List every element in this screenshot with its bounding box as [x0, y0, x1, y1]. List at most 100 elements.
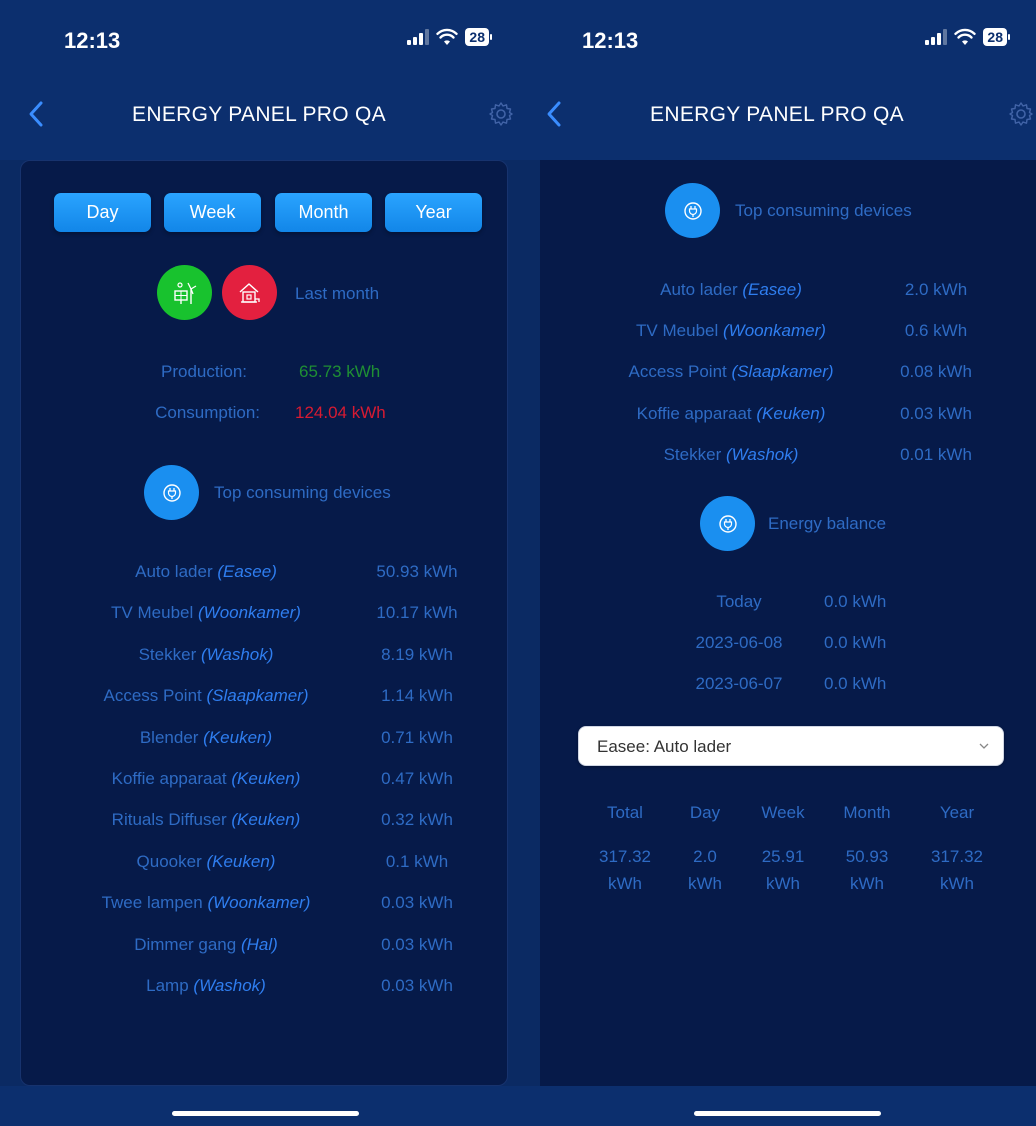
home-indicator[interactable] [172, 1111, 359, 1116]
device-name-text: Access Point [628, 362, 727, 382]
device-location: (Woonkamer) [722, 321, 826, 341]
stat-unit: kWh [766, 874, 800, 893]
balance-label: 2023-06-08 [695, 633, 783, 652]
device-name-text: Access Point [103, 686, 202, 706]
status-time: 12:13 [582, 28, 639, 53]
wifi-icon [954, 28, 977, 45]
device-name: TV Meubel (Woonkamer) [636, 321, 826, 341]
device-value: 0.6 kWh [904, 321, 968, 341]
stat-value: 2.0 [693, 847, 717, 866]
period-button-day[interactable]: Day [54, 193, 151, 232]
device-value: 1.14 kWh [381, 686, 453, 706]
device-location: (Keuken) [231, 810, 301, 830]
device-location: (Slaapkamer) [731, 362, 834, 382]
stat-unit: kWh [688, 874, 722, 893]
production-value: 65.73 kWh [299, 362, 381, 381]
device-location: (Easee) [217, 562, 277, 581]
device-name-text: Stekker [138, 644, 197, 664]
period-button-week[interactable]: Week [164, 193, 261, 232]
consumption-value: 124.04 kWh [295, 403, 386, 422]
chevron-down-icon [979, 743, 989, 749]
stat-value: 317.32 [599, 847, 651, 866]
energy-balance-title: Energy balance [768, 514, 887, 533]
stat-label: Month [843, 803, 891, 822]
device-name: Rituals Diffuser (Keuken) [112, 810, 301, 830]
device-value: 0.71 kWh [381, 727, 453, 747]
device-name: Auto lader (Easee) [660, 280, 802, 300]
device-name-text: TV Meubel [111, 603, 194, 623]
balance-value: 0.0 kWh [824, 592, 887, 611]
device-name: Stekker (Washok) [664, 445, 799, 465]
device-location: (Woonkamer) [197, 603, 301, 623]
home-indicator[interactable] [694, 1111, 881, 1116]
gear-icon[interactable] [1008, 101, 1034, 127]
screen-right: 12:13 28 ENERGY PANEL PRO QA [518, 0, 1036, 1126]
battery-icon: 28 [465, 28, 489, 46]
device-name: Dimmer gang (Hal) [134, 935, 278, 955]
device-location: (Keuken) [206, 851, 276, 871]
stat-value: 50.93 [845, 847, 889, 866]
device-name-text: Koffie apparaat [111, 769, 227, 788]
device-name-text: Dimmer gang [134, 934, 237, 954]
device-select[interactable]: Easee: Auto lader [578, 726, 1004, 766]
device-value: 0.03 kWh [900, 403, 972, 423]
status-bar: 12:13 28 [0, 0, 518, 60]
device-location: (Washok) [200, 644, 274, 664]
plug-icon [144, 465, 199, 520]
device-value: 0.01 kWh [900, 444, 972, 464]
plug-icon [700, 496, 755, 551]
bottom-bar [0, 1086, 518, 1126]
nav-bar: ENERGY PANEL PRO QA [518, 60, 1036, 160]
battery-icon: 28 [983, 28, 1007, 46]
balance-label: 2023-06-07 [695, 674, 783, 693]
device-value: 0.03 kWh [381, 934, 453, 954]
device-name-text: Stekker [663, 444, 722, 464]
device-name-text: TV Meubel [636, 321, 719, 341]
device-name: Lamp (Washok) [146, 976, 266, 996]
device-location: (Washok) [193, 976, 266, 995]
device-name: Access Point (Slaapkamer) [103, 686, 308, 706]
device-name-text: Koffie apparaat [636, 403, 752, 423]
stat-value: 25.91 [761, 847, 805, 866]
device-name: Twee lampen (Woonkamer) [102, 893, 311, 913]
device-location: (Easee) [742, 280, 802, 299]
stat-unit: kWh [608, 874, 642, 893]
device-name-text: Blender [139, 727, 199, 747]
solar-wind-icon[interactable] [157, 265, 212, 320]
balance-label: Today [716, 592, 762, 611]
device-value: 0.03 kWh [381, 976, 453, 995]
device-location: (Keuken) [756, 403, 826, 423]
top-devices-title: Top consuming devices [214, 483, 391, 502]
home-plug-icon[interactable] [222, 265, 277, 320]
device-select-value: Easee: Auto lader [597, 737, 732, 756]
stat-label: Total [607, 803, 643, 822]
device-location: (Slaapkamer) [206, 686, 309, 706]
device-value: 8.19 kWh [381, 644, 453, 664]
page-title: ENERGY PANEL PRO QA [650, 103, 904, 126]
page-title: ENERGY PANEL PRO QA [132, 103, 386, 126]
top-devices-title: Top consuming devices [735, 201, 912, 220]
stat-label: Week [761, 803, 805, 822]
device-name: Auto lader (Easee) [135, 562, 277, 582]
balance-value: 0.0 kWh [824, 674, 887, 693]
period-button-year[interactable]: Year [385, 193, 482, 232]
stat-value: 317.32 [931, 847, 983, 866]
device-name-text: Auto lader [135, 562, 213, 581]
device-name: Access Point (Slaapkamer) [628, 362, 833, 382]
nav-bar: ENERGY PANEL PRO QA [0, 60, 518, 160]
signal-icon [407, 29, 430, 45]
gear-icon[interactable] [488, 101, 514, 127]
device-name: TV Meubel (Woonkamer) [111, 603, 301, 623]
device-location: (Keuken) [231, 769, 301, 788]
signal-icon [925, 29, 948, 45]
stat-label: Day [689, 803, 721, 822]
device-value: 50.93 kWh [376, 562, 458, 581]
device-value: 0.1 kWh [385, 851, 449, 871]
stat-unit: kWh [850, 874, 884, 893]
device-name: Stekker (Washok) [139, 645, 274, 665]
device-value: 0.32 kWh [381, 810, 453, 830]
device-value: 0.03 kWh [381, 893, 453, 913]
period-button-month[interactable]: Month [275, 193, 372, 232]
device-location: (Hal) [240, 934, 278, 954]
device-name: Koffie apparaat (Keuken) [112, 769, 301, 789]
